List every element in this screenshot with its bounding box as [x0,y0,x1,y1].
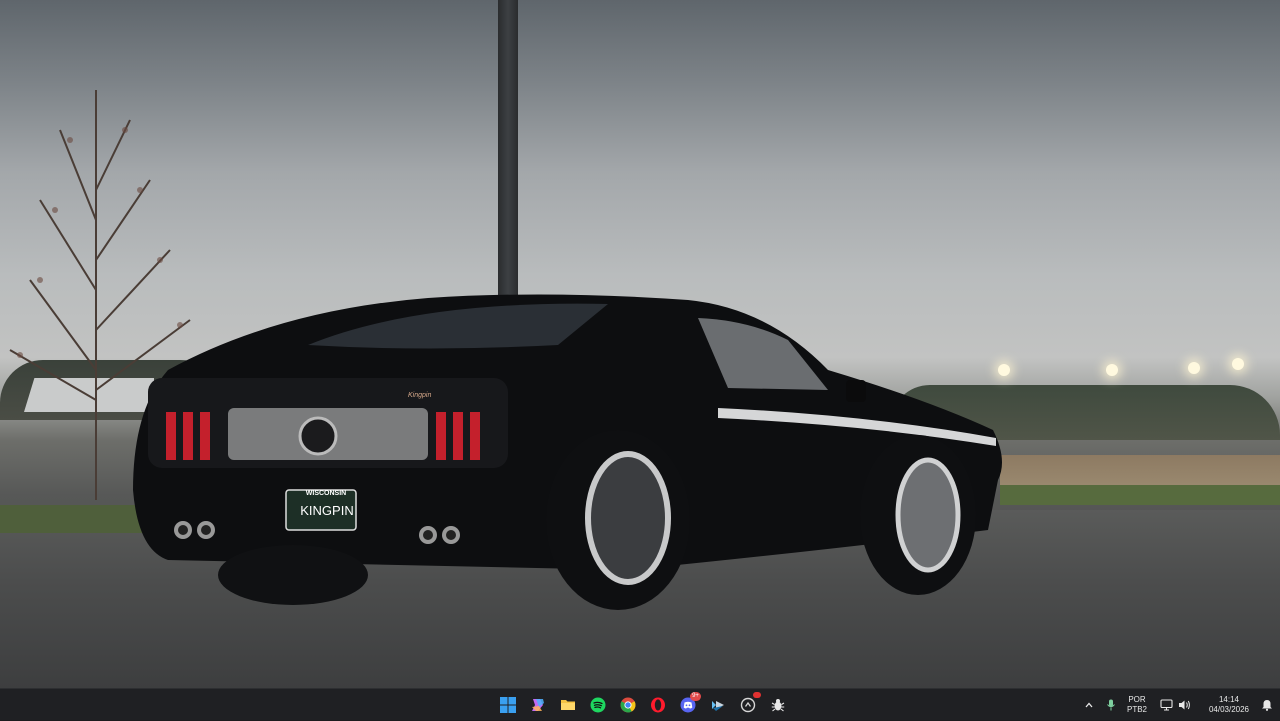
show-hidden-icons-button[interactable] [1078,700,1100,710]
copilot-icon [532,699,544,711]
microphone-button[interactable] [1100,699,1122,711]
steam-button[interactable] [706,691,730,719]
desktop-wallpaper: WISCONSIN KINGPIN Kingpin [0,0,1280,688]
keyboard-layout: PTB2 [1126,705,1147,714]
microphone-icon [1107,699,1115,711]
wallpaper-grass-right [1000,485,1280,505]
system-tray: POR PTB2 14:14 04/03/2026 [1078,689,1280,721]
chevron-up-icon [1085,702,1093,708]
language-code: POR [1128,695,1146,704]
app-notification-button[interactable] [736,691,761,719]
wallpaper-field [1000,455,1280,487]
language-indicator[interactable]: POR PTB2 [1122,695,1152,715]
notification-dot [753,692,761,698]
bell-icon [1262,700,1272,711]
folder-icon [561,700,575,710]
app-icon [740,697,756,713]
wallpaper-muscle-car [133,294,1002,610]
chrome-button[interactable] [616,691,640,719]
bug-icon [771,699,785,712]
notifications-button[interactable] [1254,699,1280,711]
copilot-button[interactable] [526,691,550,719]
steam-icon [712,701,724,711]
taskbar-pinned-apps: 9+ [496,689,790,721]
wallpaper-stadium-light [1232,358,1244,370]
clock-date: 04/03/2026 [1208,705,1250,714]
clock-time: 14:14 [1218,695,1240,704]
spotify-icon [590,697,606,713]
chrome-icon [620,697,636,713]
opera-button[interactable] [646,691,670,719]
car-badge-text: Kingpin [408,392,432,399]
windows-logo-icon [500,697,516,713]
wallpaper-light-pole [498,0,518,296]
spotify-button[interactable] [586,691,610,719]
start-button[interactable] [496,691,520,719]
plate-state-text: WISCONSIN [305,490,347,497]
bug-app-button[interactable] [766,691,790,719]
quick-settings-button[interactable] [1152,699,1198,711]
clock[interactable]: 14:14 04/03/2026 [1204,695,1254,715]
wallpaper-stadium-light [1188,362,1200,374]
file-explorer-button[interactable] [556,691,580,719]
network-icon [1159,699,1173,711]
discord-button[interactable]: 9+ [676,691,701,719]
wallpaper-stadium-light [1106,364,1118,376]
volume-icon [1178,700,1190,710]
plate-text: KINGPIN [300,503,354,518]
taskbar: 9+ POR PTB2 14:14 04/03/2026 [0,688,1280,720]
opera-icon [651,697,665,713]
discord-badge: 9+ [690,692,701,701]
